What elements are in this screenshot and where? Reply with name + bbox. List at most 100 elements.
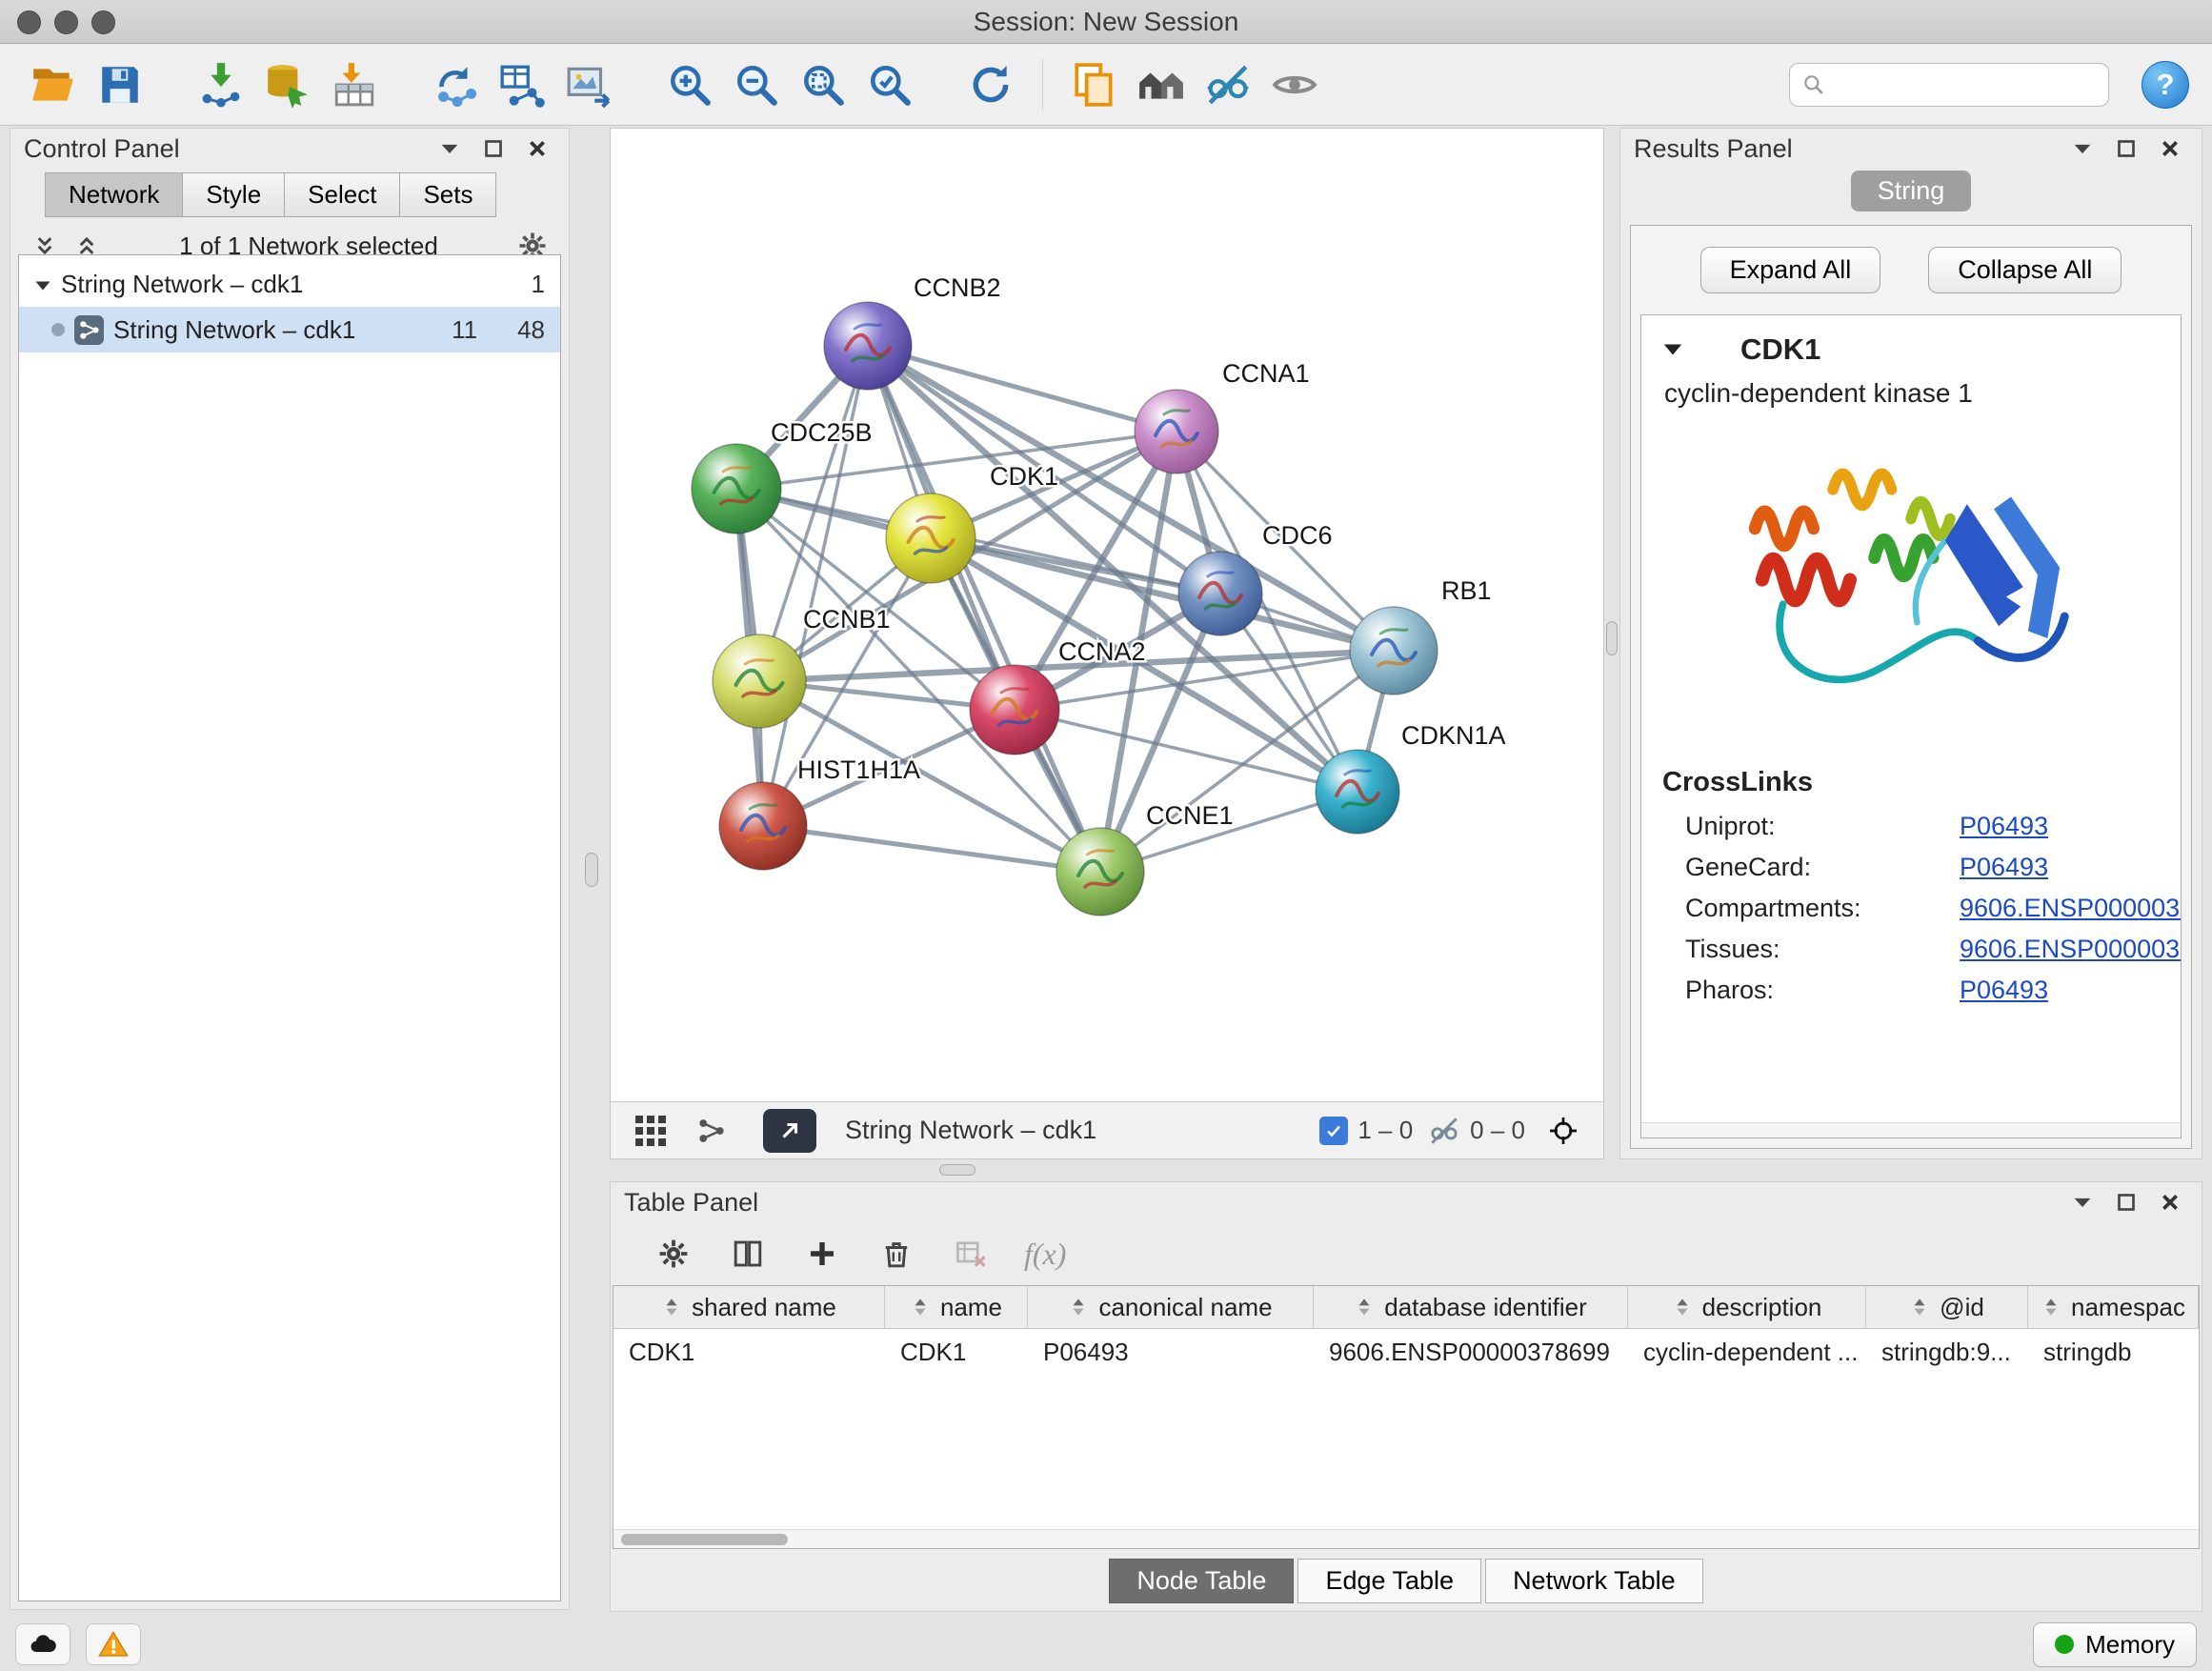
- right-splitter-handle[interactable]: [1606, 621, 1618, 655]
- protein-card-header[interactable]: CDK1: [1641, 315, 2181, 372]
- column-header-id[interactable]: @id: [1866, 1286, 2028, 1328]
- tab-network-table[interactable]: Network Table: [1485, 1559, 1703, 1603]
- panel-close-button[interactable]: [519, 133, 555, 164]
- home-button[interactable]: [1131, 51, 1192, 118]
- import-network-database-button[interactable]: [257, 51, 318, 118]
- panel-close-button[interactable]: [2152, 1187, 2188, 1218]
- column-header-name[interactable]: name: [885, 1286, 1028, 1328]
- copy-button[interactable]: [1064, 51, 1125, 118]
- refresh-button[interactable]: [960, 51, 1021, 118]
- refresh-icon: [967, 61, 1015, 109]
- column-header-shared-name[interactable]: shared name: [613, 1286, 885, 1328]
- columns-icon: [733, 1238, 763, 1269]
- vertical-splitter-handle[interactable]: [585, 853, 598, 887]
- zoom-out-button[interactable]: [726, 51, 787, 118]
- crosslink-link-pharos[interactable]: P06493: [1960, 976, 2048, 1005]
- crosslink-label: GeneCard:: [1685, 853, 1960, 882]
- network-graph[interactable]: CCNB2CCNA1CDC25BCDK1CDC6RB1CCNB1CCNA2CDK…: [611, 129, 1603, 1100]
- panel-float-button[interactable]: [2108, 133, 2144, 164]
- cell-description[interactable]: cyclin-dependent ...: [1628, 1329, 1866, 1376]
- zoom-fit-button[interactable]: [793, 51, 854, 118]
- close-window-button[interactable]: [17, 10, 41, 34]
- table-options-button[interactable]: [653, 1233, 694, 1275]
- horizontal-splitter-handle[interactable]: [939, 1164, 975, 1176]
- zoom-window-button[interactable]: [91, 10, 115, 34]
- hide-selected-button[interactable]: [1197, 51, 1258, 118]
- network-canvas[interactable]: CCNB2CCNA1CDC25BCDK1CDC6RB1CCNB1CCNA2CDK…: [611, 129, 1603, 1101]
- zoom-out-icon: [733, 61, 780, 109]
- minimize-window-button[interactable]: [54, 10, 78, 34]
- expand-all-button[interactable]: Expand All: [1700, 247, 1881, 293]
- import-network-file-button[interactable]: [191, 51, 251, 118]
- delete-table-button[interactable]: [950, 1233, 992, 1275]
- cloud-status-button[interactable]: [15, 1623, 70, 1665]
- zoom-in-button[interactable]: [659, 51, 720, 118]
- add-column-button[interactable]: [801, 1233, 843, 1275]
- crosslink-link-uniprot[interactable]: P06493: [1960, 812, 2048, 841]
- network-row[interactable]: String Network – cdk1 11 48: [19, 307, 560, 352]
- panel-float-button[interactable]: [2108, 1187, 2144, 1218]
- search-input[interactable]: [1834, 70, 2097, 99]
- cell-shared-name[interactable]: CDK1: [613, 1329, 885, 1376]
- crosslink-link-genecard[interactable]: P06493: [1960, 853, 2048, 882]
- table-row[interactable]: CDK1 CDK1 P06493 9606.ENSP00000378699 cy…: [613, 1329, 2199, 1376]
- function-builder-button[interactable]: f(x): [1024, 1237, 1066, 1272]
- cell-database-identifier[interactable]: 9606.ENSP00000378699: [1314, 1329, 1628, 1376]
- help-button[interactable]: ?: [2142, 61, 2189, 109]
- panel-menu-button[interactable]: [2064, 1187, 2101, 1218]
- collapse-all-button[interactable]: Collapse All: [1928, 247, 2122, 293]
- open-session-button[interactable]: [23, 51, 84, 118]
- tab-network[interactable]: Network: [45, 172, 183, 217]
- delete-column-button[interactable]: [875, 1233, 917, 1275]
- column-header-canonical-name[interactable]: canonical name: [1028, 1286, 1314, 1328]
- export-image-button[interactable]: [558, 51, 619, 118]
- cell-canonical-name[interactable]: P06493: [1028, 1329, 1314, 1376]
- tab-node-table[interactable]: Node Table: [1109, 1559, 1294, 1603]
- warnings-button[interactable]: [86, 1623, 141, 1665]
- show-all-button[interactable]: [1264, 51, 1325, 118]
- panel-menu-button[interactable]: [2064, 133, 2101, 164]
- title-bar: Session: New Session: [0, 0, 2212, 44]
- scrollbar-thumb[interactable]: [621, 1534, 788, 1545]
- network-collection-row[interactable]: String Network – cdk1 1: [19, 261, 560, 307]
- show-columns-button[interactable]: [727, 1233, 769, 1275]
- panel-menu-button[interactable]: [432, 133, 468, 164]
- selected-checkbox[interactable]: [1319, 1117, 1348, 1145]
- node-count: 11: [452, 315, 477, 345]
- column-label: namespac: [2071, 1293, 2185, 1322]
- close-icon: [2161, 139, 2180, 158]
- save-session-button[interactable]: [90, 51, 151, 118]
- tab-edge-table[interactable]: Edge Table: [1297, 1559, 1481, 1603]
- birdseye-view-button[interactable]: [689, 1109, 734, 1153]
- tab-select[interactable]: Select: [284, 172, 400, 217]
- new-network-button[interactable]: [425, 51, 486, 118]
- crosslink-link-tissues[interactable]: 9606.ENSP00000378699: [1960, 935, 2182, 964]
- tab-sets[interactable]: Sets: [399, 172, 496, 217]
- cell-id[interactable]: stringdb:9...: [1866, 1329, 2028, 1376]
- tab-style[interactable]: Style: [182, 172, 285, 217]
- cell-name[interactable]: CDK1: [885, 1329, 1028, 1376]
- zoom-selected-button[interactable]: [859, 51, 920, 118]
- network-table-button[interactable]: [492, 51, 553, 118]
- caret-down-icon[interactable]: [1662, 342, 1683, 357]
- grid-view-button[interactable]: [628, 1109, 674, 1153]
- table-horizontal-scrollbar[interactable]: [613, 1529, 2199, 1548]
- tree-expand-icon[interactable]: [34, 270, 51, 299]
- column-header-description[interactable]: description: [1628, 1286, 1866, 1328]
- svg-text:CCNB1: CCNB1: [803, 605, 891, 634]
- column-header-namespace[interactable]: namespac: [2028, 1286, 2199, 1328]
- panel-float-button[interactable]: [475, 133, 512, 164]
- horizontal-scrollbar[interactable]: [1641, 1122, 2181, 1137]
- memory-button[interactable]: Memory: [2033, 1622, 2197, 1667]
- column-header-database-identifier[interactable]: database identifier: [1314, 1286, 1628, 1328]
- fit-content-button[interactable]: [1540, 1109, 1586, 1153]
- memory-label: Memory: [2085, 1630, 2175, 1660]
- check-icon: [1324, 1121, 1343, 1140]
- panel-close-button[interactable]: [2152, 133, 2188, 164]
- export-view-button[interactable]: [763, 1109, 816, 1153]
- crosslink-link-compartments[interactable]: 9606.ENSP00000378699: [1960, 894, 2182, 923]
- tab-string-results[interactable]: String: [1851, 171, 1972, 211]
- import-table-button[interactable]: [324, 51, 385, 118]
- column-label: description: [1702, 1293, 1822, 1322]
- cell-namespace[interactable]: stringdb: [2028, 1329, 2199, 1376]
